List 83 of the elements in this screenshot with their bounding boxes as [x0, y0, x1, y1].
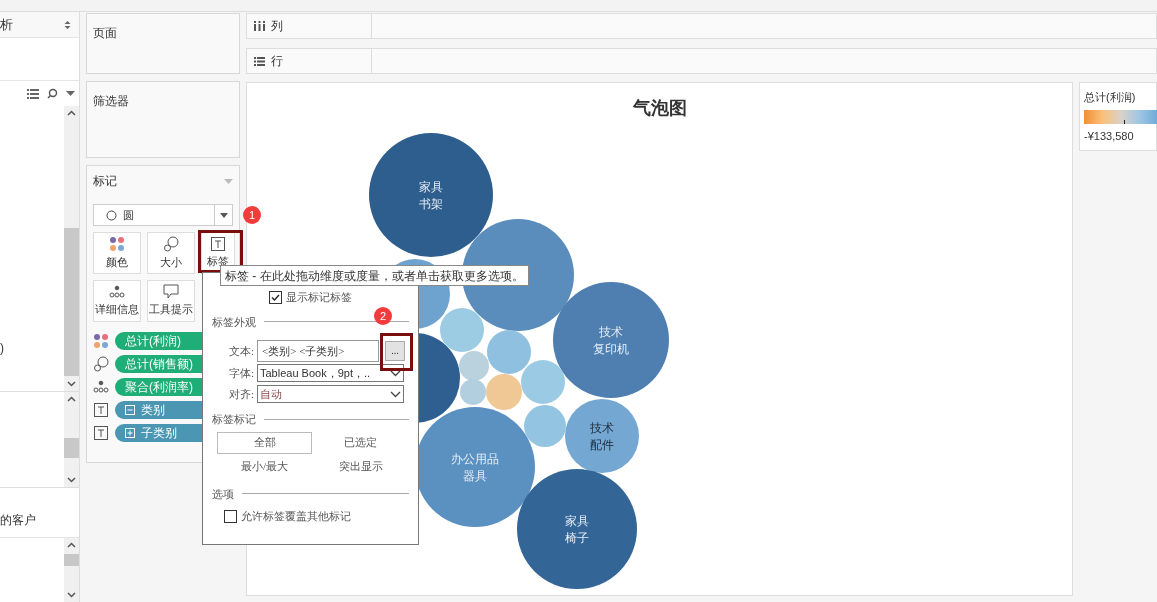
size-circles-icon [163, 235, 179, 252]
scroll-up-icon[interactable] [67, 542, 76, 548]
scrollbar[interactable] [64, 538, 79, 602]
bubble-label: 技术 复印机 [593, 325, 629, 356]
scroll-down-icon[interactable] [67, 381, 76, 387]
section-title: 选项 [212, 486, 234, 502]
bubble-label: 技术 配件 [590, 421, 614, 452]
field-item[interactable]: ) [0, 339, 64, 357]
checkbox-label: 显示标记标签 [286, 290, 352, 305]
scroll-down-icon[interactable] [67, 592, 76, 598]
field-label: 对齐: [227, 386, 254, 402]
bubble-label: 家具 书架 [419, 180, 443, 211]
list-view-icon[interactable] [27, 88, 39, 99]
circle-icon [106, 209, 117, 221]
card-title: 筛选器 [93, 94, 129, 108]
scrollbar-thumb[interactable] [64, 438, 79, 458]
detail-dots-icon [93, 380, 109, 394]
bubble[interactable] [517, 469, 637, 589]
more-options-button[interactable]: ... [385, 341, 405, 361]
section-title: 标签外观 [212, 314, 256, 330]
bubble[interactable] [553, 282, 669, 398]
color-dots-icon [109, 235, 125, 252]
bubble[interactable] [440, 308, 484, 352]
text-t-icon [94, 403, 108, 417]
size-circles-icon [93, 356, 109, 372]
search-icon[interactable] [47, 88, 58, 99]
collapse-icon[interactable] [125, 405, 135, 415]
columns-icon [254, 21, 265, 31]
tooltip: 标签 - 在此处拖动维度或度量，或者单击获取更多选项。 [220, 265, 529, 286]
step-badge: 1 [243, 206, 261, 224]
chart-title: 气泡图 [632, 97, 687, 120]
checkbox[interactable] [269, 290, 282, 304]
mark-type-select[interactable]: 圆 [93, 204, 233, 226]
chevron-down-icon [390, 369, 401, 377]
text-t-icon [94, 426, 108, 440]
scrollbar-thumb[interactable] [64, 228, 79, 376]
bubble-label: 家具 椅子 [565, 514, 589, 545]
speech-bubble-icon [163, 284, 179, 300]
expand-icon[interactable] [125, 428, 135, 438]
color-dots-icon [93, 333, 109, 349]
scrollbar[interactable] [64, 392, 79, 487]
bubble[interactable] [524, 405, 566, 447]
alignment-select[interactable]: 自动 [257, 385, 404, 403]
scrollbar[interactable] [64, 106, 79, 391]
mark-property-button[interactable]: 颜色 [93, 232, 141, 274]
shelf-label: 行 [271, 53, 283, 70]
shelf-label: 列 [271, 18, 283, 35]
checkbox-label: 允许标签覆盖其他标记 [241, 509, 351, 524]
legend-title: 总计(利润) [1084, 90, 1137, 105]
chevron-down-icon [390, 390, 401, 398]
dropdown-arrow-icon[interactable] [66, 90, 75, 97]
label-text-field[interactable]: <类别> <子类别> [257, 340, 379, 362]
sort-arrows-icon[interactable] [64, 19, 71, 30]
scroll-up-icon[interactable] [67, 396, 76, 402]
field-label: 字体: [227, 365, 254, 381]
mark-property-button[interactable]: 大小 [147, 232, 195, 274]
shelf[interactable]: 列 [246, 13, 1157, 39]
font-select[interactable]: Tableau Book，9pt，.. [257, 364, 404, 382]
bubble[interactable] [369, 133, 493, 257]
field-label: 文本: [227, 343, 254, 359]
rows-icon [254, 56, 265, 66]
mark-property-button[interactable]: 详细信息 [93, 280, 141, 322]
legend-min-label: -¥133,580 [1084, 128, 1135, 144]
bubble[interactable] [565, 399, 639, 473]
shelf[interactable]: 行 [246, 48, 1157, 74]
text-t-icon [211, 236, 225, 251]
detail-dots-icon [109, 284, 125, 299]
label-marks-option[interactable]: 突出显示 [313, 455, 408, 478]
scroll-down-icon[interactable] [67, 477, 76, 483]
dropdown-arrow-icon[interactable] [219, 212, 228, 218]
panel-title: 析 [0, 15, 13, 34]
mark-property-button[interactable]: 工具提示 [147, 280, 195, 322]
card-title: 页面 [93, 26, 117, 40]
bubble-label: 办公用品 器具 [451, 452, 499, 483]
scroll-up-icon[interactable] [67, 110, 76, 116]
label-marks-option[interactable]: 已选定 [313, 431, 408, 454]
bubble[interactable] [521, 360, 565, 404]
card-title: 标记 [93, 173, 117, 190]
set-item[interactable]: 的客户 [0, 511, 36, 529]
scrollbar-thumb[interactable] [64, 554, 79, 566]
checkbox[interactable] [224, 509, 237, 523]
label-marks-option[interactable]: 全部 [217, 431, 312, 454]
label-marks-option[interactable]: 最小/最大 [217, 455, 312, 478]
